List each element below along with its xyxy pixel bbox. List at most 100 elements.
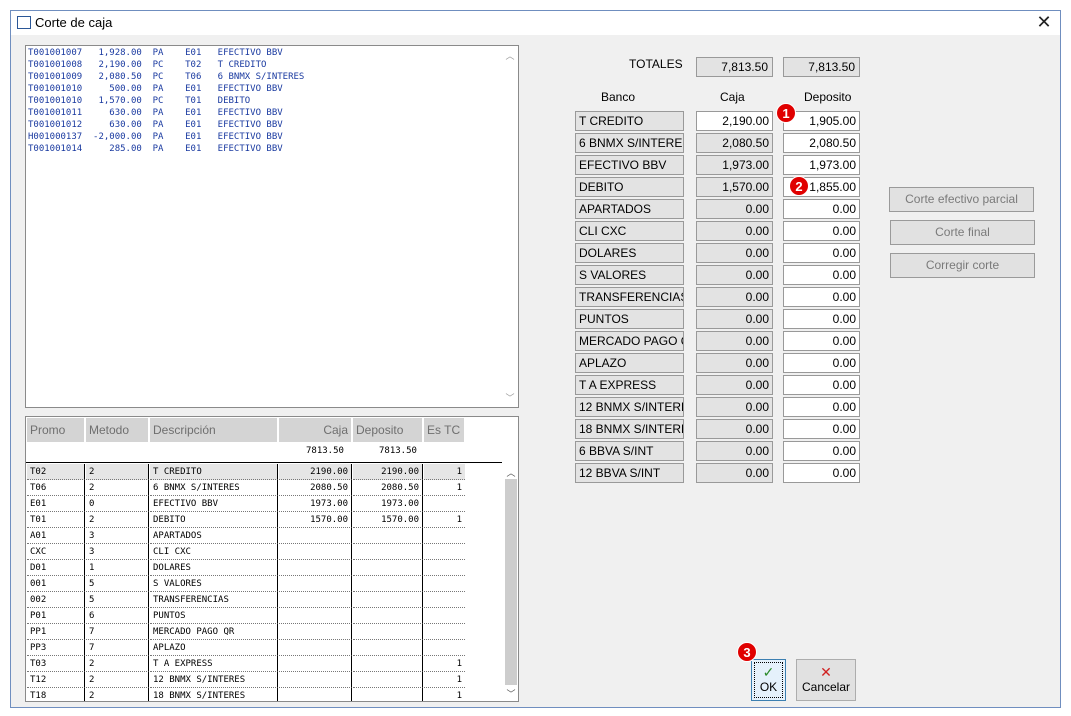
cell-promo: T12 [27,672,85,688]
cell-descripcion: APLAZO [150,640,278,656]
cancel-button[interactable]: ✕ Cancelar [796,659,856,701]
window-icon [17,16,31,29]
cell-descripcion: T A EXPRESS [150,656,278,672]
cell-caja [279,592,352,608]
cell-caja [279,656,352,672]
cell-promo: P01 [27,608,85,624]
promo-grid[interactable]: Promo Metodo Descripción Caja Deposito E… [25,416,519,702]
scroll-down-icon[interactable]: ﹀ [502,391,518,404]
caja-field: 2,080.50 [696,133,773,153]
deposito-field[interactable]: 1,973.00 [783,155,860,175]
corregir-corte-button[interactable]: Corregir corte [890,253,1035,278]
scroll-thumb[interactable] [505,479,517,685]
cell-es-tc [424,496,465,512]
cell-descripcion: 6 BNMX S/INTERES [150,480,278,496]
deposito-field[interactable]: 0.00 [783,309,860,329]
deposito-field[interactable]: 0.00 [783,375,860,395]
cell-descripcion: PUNTOS [150,608,278,624]
cell-metodo: 6 [86,608,149,624]
caja-field: 0.00 [696,243,773,263]
cell-descripcion: 18 BNMX S/INTERES [150,688,278,701]
deposito-field[interactable]: 0.00 [783,265,860,285]
cell-caja [279,528,352,544]
cell-caja [279,688,352,701]
caja-field: 0.00 [696,199,773,219]
cell-deposito [353,624,423,640]
header-es-tc[interactable]: Es TC [424,418,465,442]
grid-total-deposito: 7813.50 [379,446,417,456]
caja-field: 0.00 [696,331,773,351]
header-descripcion[interactable]: Descripción [150,418,278,442]
banco-label: MERCADO PAGO Q [575,331,684,351]
cell-es-tc [424,544,465,560]
cell-metodo: 2 [86,672,149,688]
cell-metodo: 3 [86,528,149,544]
deposito-field[interactable]: 0.00 [783,419,860,439]
total-deposito: 7,813.50 [783,57,860,77]
cell-metodo: 7 [86,624,149,640]
close-icon[interactable]: ✕ [1029,11,1059,35]
deposito-field[interactable]: 0.00 [783,331,860,351]
caja-field: 0.00 [696,463,773,483]
checkmark-icon: ✓ [762,664,775,680]
deposito-field[interactable]: 0.00 [783,397,860,417]
log-text: T001001007 1,928.00 PA E01 EFECTIVO BBV … [28,48,305,154]
deposito-field[interactable]: 0.00 [783,353,860,373]
header-promo[interactable]: Promo [27,418,85,442]
log-scrollbar[interactable]: ︿ ﹀ [502,46,518,407]
cell-descripcion: S VALORES [150,576,278,592]
cell-descripcion: MERCADO PAGO QR [150,624,278,640]
banco-label: DEBITO [575,177,684,197]
header-metodo[interactable]: Metodo [86,418,149,442]
deposito-field[interactable]: 2,080.50 [783,133,860,153]
cell-metodo: 2 [86,480,149,496]
deposito-field[interactable]: 0.00 [783,221,860,241]
cell-deposito [353,672,423,688]
scroll-up-icon[interactable]: ︿ [503,466,518,479]
caja-field[interactable]: 2,190.00 [696,111,773,131]
deposito-field[interactable]: 0.00 [783,441,860,461]
caja-field: 0.00 [696,221,773,241]
grid-divider [26,462,502,463]
cell-deposito: 1570.00 [353,512,423,528]
scroll-up-icon[interactable]: ︿ [502,49,518,62]
cell-deposito: 2190.00 [353,464,423,480]
cell-deposito [353,544,423,560]
cell-es-tc [424,640,465,656]
cell-es-tc [424,528,465,544]
cell-descripcion: EFECTIVO BBV [150,496,278,512]
deposito-field[interactable]: 0.00 [783,199,860,219]
caja-field: 0.00 [696,441,773,461]
deposito-field[interactable]: 0.00 [783,287,860,307]
caja-field: 0.00 [696,375,773,395]
grid-scrollbar[interactable]: ︿ ﹀ [503,465,518,701]
cell-metodo: 2 [86,688,149,701]
header-caja[interactable]: Caja [279,418,352,442]
transactions-log[interactable]: T001001007 1,928.00 PA E01 EFECTIVO BBV … [25,45,519,408]
corte-final-button[interactable]: Corte final [890,220,1035,245]
header-deposito[interactable]: Deposito [353,418,423,442]
deposito-field[interactable]: 0.00 [783,243,860,263]
caja-field: 0.00 [696,309,773,329]
cell-promo: PP3 [27,640,85,656]
ok-button[interactable]: ✓ OK [751,659,786,701]
cell-es-tc [424,576,465,592]
cell-caja [279,624,352,640]
scroll-down-icon[interactable]: ﹀ [503,687,518,700]
cell-es-tc: 1 [424,672,465,688]
banco-label: PUNTOS [575,309,684,329]
cell-deposito [353,688,423,701]
banco-label: 12 BBVA S/INT [575,463,684,483]
cell-deposito [353,576,423,592]
deposito-field[interactable]: 0.00 [783,463,860,483]
banco-label: DOLARES [575,243,684,263]
column-deposito: Deposito [804,90,852,104]
banco-label: 18 BNMX S/INTERES [575,419,684,439]
grid-total-caja: 7813.50 [306,446,344,456]
corte-efectivo-parcial-button[interactable]: Corte efectivo parcial [889,187,1034,212]
cell-metodo: 2 [86,656,149,672]
banco-label: T A EXPRESS [575,375,684,395]
cell-es-tc: 1 [424,656,465,672]
badge-2: 2 [789,176,809,196]
cell-caja: 2080.50 [279,480,352,496]
